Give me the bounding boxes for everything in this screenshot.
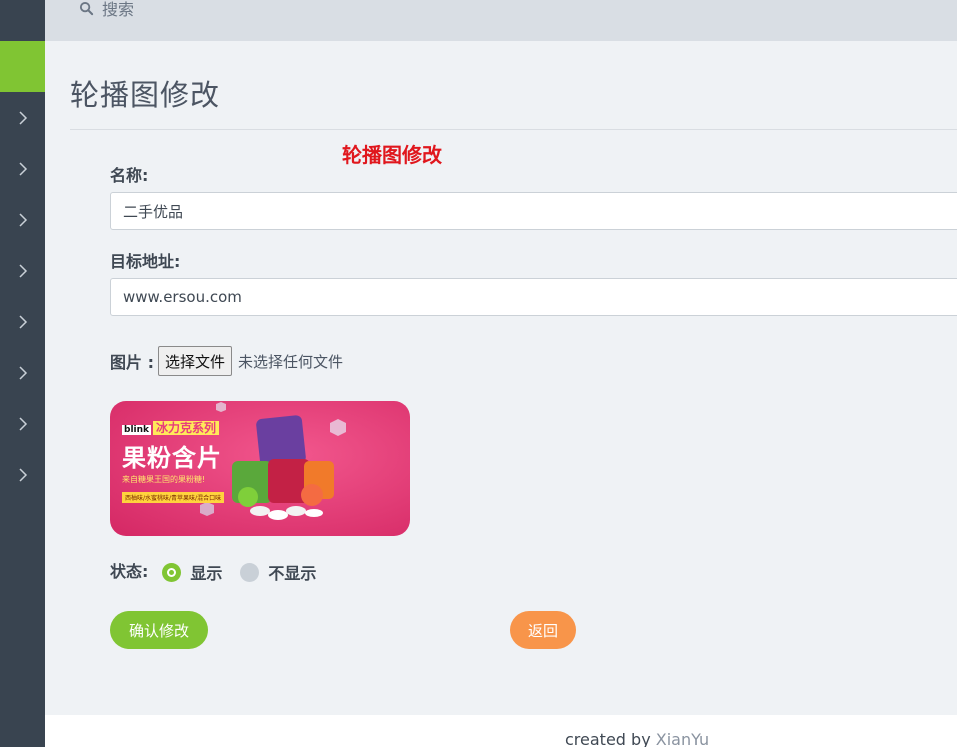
sidebar-item-7[interactable]	[0, 398, 45, 449]
footer: created by XianYu	[45, 715, 957, 747]
page-title: 轮播图修改	[70, 78, 221, 112]
sidebar-item-2[interactable]	[0, 143, 45, 194]
status-hide-label[interactable]: 不显示	[268, 560, 316, 584]
form-heading: 轮播图修改	[342, 143, 442, 167]
banner-tags: 西柚味/水蜜桃味/青苹果味/混合口味	[122, 492, 225, 503]
banner-headline: 果粉含片	[122, 444, 222, 472]
back-button[interactable]: 返回	[510, 611, 576, 649]
choose-file-button[interactable]: 选择文件	[157, 346, 232, 376]
search-box[interactable]: 搜索	[79, 0, 134, 20]
url-label: 目标地址:	[110, 252, 181, 271]
banner-subline: 来自糖果王国的果粉糖!	[122, 475, 206, 484]
sidebar-item-1[interactable]	[0, 92, 45, 143]
title-divider	[70, 129, 957, 130]
search-icon	[79, 1, 94, 15]
name-input[interactable]	[110, 192, 957, 230]
top-bar: 搜索	[45, 0, 957, 41]
banner-text-block: blink 冰力克系列 果粉含片 来自糖果王国的果粉糖! 西柚味/水蜜桃味/青苹果…	[122, 417, 225, 504]
banner-brand: blink	[122, 425, 152, 435]
url-input[interactable]	[110, 278, 957, 316]
confirm-button[interactable]: 确认修改	[110, 611, 208, 649]
chevron-right-icon	[18, 161, 27, 176]
sidebar-item-5[interactable]	[0, 296, 45, 347]
footer-author-link[interactable]: XianYu	[656, 730, 709, 747]
chevron-right-icon	[18, 110, 27, 125]
footer-prefix: created by	[565, 730, 656, 747]
chevron-right-icon	[18, 314, 27, 329]
footer-credit: created by XianYu	[565, 730, 709, 747]
chevron-right-icon	[18, 467, 27, 482]
sidebar-item-6[interactable]	[0, 347, 45, 398]
status-label: 状态:	[110, 562, 149, 581]
sidebar-item-active[interactable]	[0, 41, 45, 92]
chevron-right-icon	[18, 416, 27, 431]
chevron-right-icon	[18, 263, 27, 278]
image-upload-row: 图片 : 选择文件 未选择任何文件	[110, 346, 343, 376]
banner-series: 冰力克系列	[153, 421, 220, 435]
status-show-radio[interactable]	[162, 562, 182, 582]
banner-preview-image: blink 冰力克系列 果粉含片 来自糖果王国的果粉糖! 西柚味/水蜜桃味/青苹果…	[110, 401, 410, 536]
image-label: 图片 :	[110, 353, 154, 372]
status-hide-radio[interactable]	[240, 562, 260, 582]
status-show-label[interactable]: 显示	[190, 560, 222, 584]
chevron-right-icon	[18, 212, 27, 227]
sidebar	[0, 0, 45, 747]
name-label: 名称:	[110, 166, 149, 185]
sidebar-item-3[interactable]	[0, 194, 45, 245]
file-status: 未选择任何文件	[238, 352, 344, 371]
sidebar-item-4[interactable]	[0, 245, 45, 296]
status-row: 状态: 显示 不显示	[110, 560, 334, 584]
sidebar-item-8[interactable]	[0, 449, 45, 500]
search-label: 搜索	[102, 0, 135, 19]
chevron-right-icon	[18, 365, 27, 380]
